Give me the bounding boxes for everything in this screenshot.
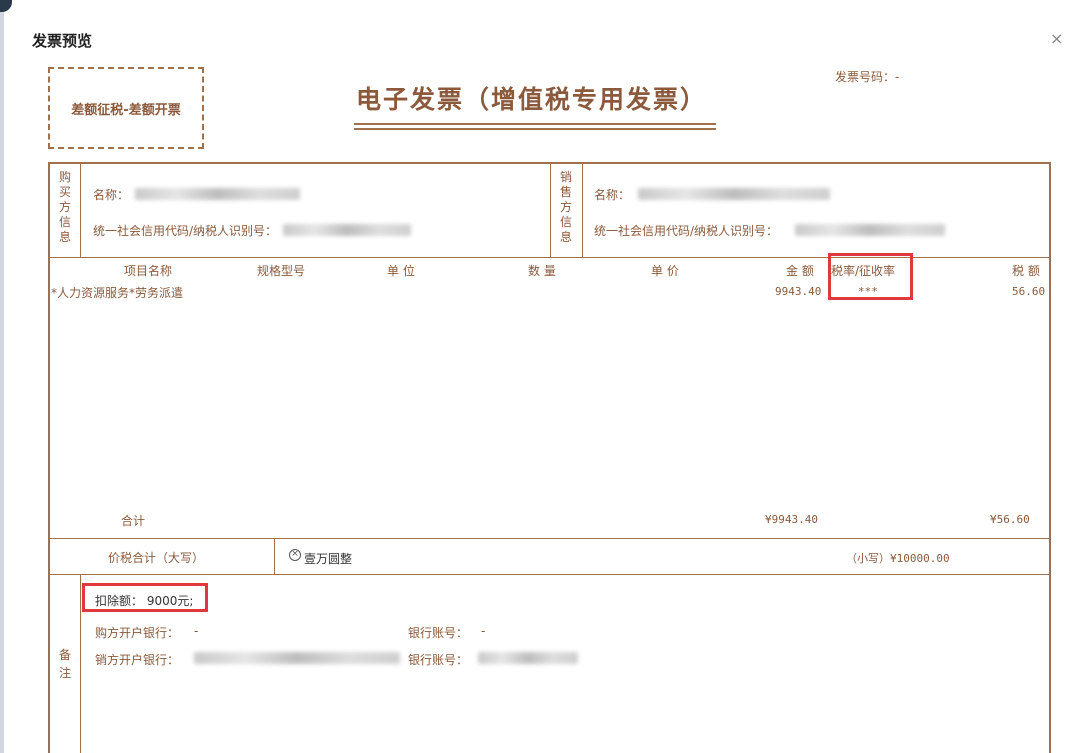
- buyer-bank-value: -: [194, 624, 199, 638]
- buyer-side-char: 购: [58, 170, 71, 184]
- col-spec: 规格型号: [257, 264, 306, 278]
- grand-total-label: 价税合计（大写）: [108, 551, 205, 565]
- tax-rate-highlight: [828, 253, 913, 300]
- seller-side-char: 信: [559, 215, 572, 229]
- item-tax-cell: 56.60: [1012, 285, 1046, 298]
- dialog-title: 发票预览: [32, 32, 93, 50]
- tax-method-stamp: 差额征税-差额开票: [48, 67, 204, 149]
- seller-side-label: 销 售 方 信 息: [558, 170, 574, 245]
- remarks-side-char: 备: [58, 648, 71, 662]
- total-label: 合计: [121, 514, 146, 528]
- total-tax: ¥56.60: [990, 513, 1030, 526]
- grand-total-in-words: 壹万圆整: [304, 552, 353, 566]
- item-name-cell: *人力资源服务*劳务派遣: [51, 286, 184, 300]
- col-tax: 税 额: [1012, 264, 1040, 278]
- buyer-side-label: 购 买 方 信 息: [57, 170, 73, 245]
- table-divider: [582, 162, 583, 257]
- seller-account-label: 银行账号：: [408, 653, 469, 667]
- table-divider: [274, 538, 275, 574]
- table-divider: [550, 162, 551, 257]
- table-divider: [80, 574, 81, 753]
- seller-name-label: 名称：: [594, 188, 631, 202]
- col-quantity: 数 量: [528, 264, 556, 278]
- seller-side-char: 息: [559, 230, 572, 244]
- close-icon[interactable]: ×: [1050, 30, 1063, 48]
- item-amount-cell: 9943.40: [775, 285, 822, 298]
- invoice-title: 电子发票（增值税专用发票）: [356, 85, 708, 114]
- buyer-side-char: 买: [58, 185, 71, 199]
- seller-tax-id-label: 统一社会信用代码/纳税人识别号：: [594, 224, 779, 238]
- stamp-label: 差额征税-差额开票: [71, 102, 181, 118]
- seller-side-char: 售: [559, 185, 572, 199]
- table-divider: [48, 574, 1051, 575]
- modal-backdrop-edge: [0, 0, 4, 753]
- buyer-name-redacted: [135, 188, 300, 200]
- col-amount: 金 额: [786, 264, 814, 278]
- seller-tax-id-redacted: [795, 224, 945, 236]
- table-border: [48, 162, 50, 753]
- invoice-number: 发票号码：-: [835, 70, 900, 84]
- buyer-bank-label: 购方开户银行：: [95, 626, 180, 640]
- seller-bank-redacted: [194, 652, 400, 664]
- seller-account-redacted: [478, 652, 578, 664]
- title-underline: [354, 128, 716, 130]
- modal-backdrop-corner: [0, 0, 12, 12]
- total-amount: ¥9943.40: [765, 513, 818, 526]
- seller-bank-label: 销方开户银行：: [95, 653, 180, 667]
- buyer-account-value: -: [481, 624, 486, 638]
- table-border: [1049, 162, 1051, 753]
- seller-side-char: 方: [559, 200, 572, 214]
- remarks-side-char: 注: [58, 666, 71, 680]
- buyer-side-char: 方: [58, 200, 71, 214]
- buyer-side-char: 息: [58, 230, 71, 244]
- col-unit-price: 单 价: [651, 264, 679, 278]
- circle-x-icon: ×: [289, 549, 301, 561]
- table-divider: [80, 162, 81, 257]
- buyer-side-char: 信: [58, 215, 71, 229]
- buyer-tax-id-label: 统一社会信用代码/纳税人识别号：: [93, 224, 278, 238]
- title-underline: [354, 123, 716, 125]
- col-item-name: 项目名称: [124, 264, 173, 278]
- buyer-name-label: 名称：: [93, 188, 130, 202]
- deduction-highlight: [82, 583, 208, 612]
- seller-side-char: 销: [559, 170, 572, 184]
- buyer-tax-id-redacted: [283, 224, 411, 236]
- table-divider: [48, 538, 1051, 539]
- buyer-account-label: 银行账号：: [408, 626, 469, 640]
- seller-name-redacted: [638, 188, 830, 200]
- grand-total-in-figures: （小写）¥10000.00: [846, 552, 950, 565]
- col-unit: 单 位: [387, 264, 415, 278]
- remarks-side-label: 备 注: [57, 646, 73, 682]
